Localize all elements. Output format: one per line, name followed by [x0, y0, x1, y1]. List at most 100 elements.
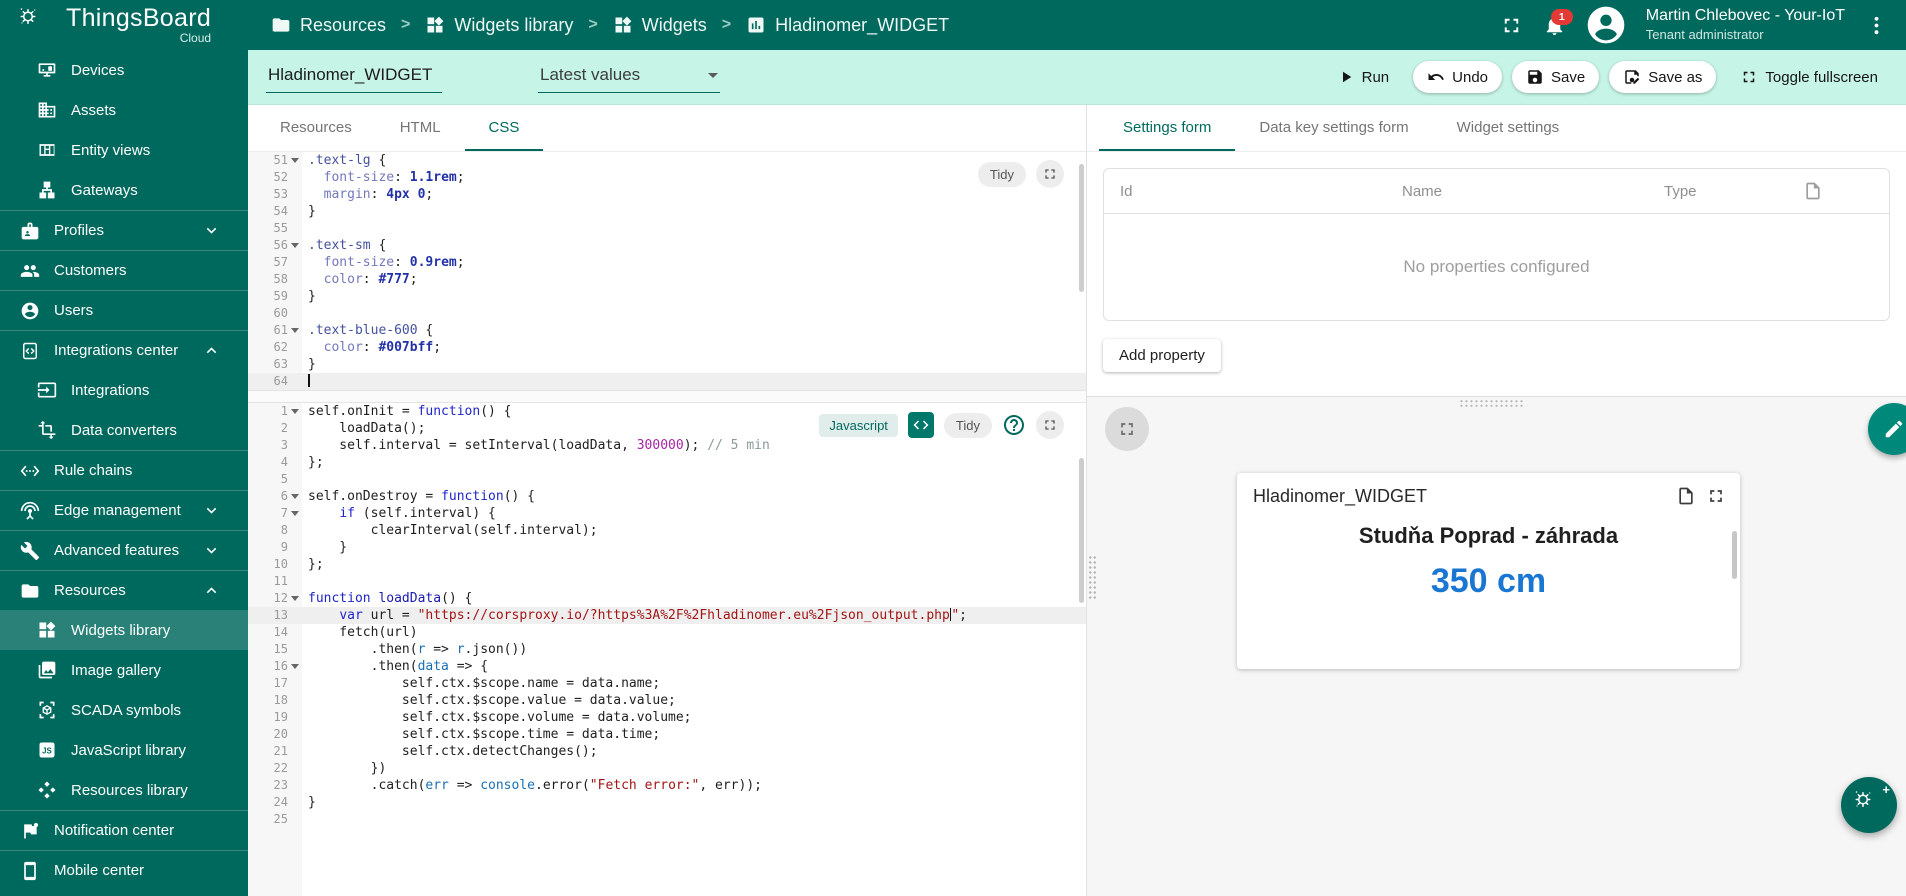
javascript-editor[interactable]: 1 self.onInit = function() {2 loadData();… — [248, 403, 1086, 896]
settings-tab-data-key-settings-form[interactable]: Data key settings form — [1235, 105, 1432, 151]
settings-tab-widget-settings[interactable]: Widget settings — [1433, 105, 1584, 151]
avatar[interactable] — [1586, 5, 1626, 45]
sidebar-item-notification-center[interactable]: Notification center — [0, 810, 248, 850]
code-line[interactable]: 52 font-size: 1.1rem; — [248, 169, 1086, 186]
breadcrumb-item-resources[interactable]: Resources — [271, 15, 386, 36]
help-icon[interactable] — [1002, 413, 1026, 437]
editor-tab-resources[interactable]: Resources — [256, 105, 376, 151]
code-icon[interactable] — [907, 412, 934, 438]
editor-splitter[interactable] — [248, 390, 1086, 403]
code-line[interactable]: 20 self.ctx.$scope.time = data.time; — [248, 726, 1086, 743]
code-line[interactable]: 5 — [248, 471, 1086, 488]
code-line[interactable]: 19 self.ctx.$scope.volume = data.volume; — [248, 709, 1086, 726]
css-editor[interactable]: 51 .text-lg {52 font-size: 1.1rem; 53 marg… — [248, 152, 1086, 390]
code-line[interactable]: 64 — [248, 373, 1086, 390]
code-line[interactable]: 59} — [248, 288, 1086, 305]
sidebar-item-rule-chains[interactable]: Rule chains — [0, 450, 248, 490]
file-icon[interactable] — [1803, 181, 1873, 201]
sidebar-item-profiles[interactable]: Profiles — [0, 210, 248, 250]
undo-button[interactable]: Undo — [1413, 61, 1503, 93]
widget-export-icon[interactable] — [1676, 486, 1696, 506]
code-line[interactable]: 18 self.ctx.$scope.value = data.value; — [248, 692, 1086, 709]
sidebar-item-data-converters[interactable]: Data converters — [0, 410, 248, 450]
sidebar-item-edge-management[interactable]: Edge management — [0, 490, 248, 530]
save-button[interactable]: Save — [1512, 61, 1600, 93]
sidebar-item-integrations[interactable]: Integrations — [0, 370, 248, 410]
fold-arrow-icon[interactable] — [288, 403, 302, 420]
code-line[interactable]: 55 — [248, 220, 1086, 237]
sidebar-item-scada-symbols[interactable]: SCADA symbols — [0, 690, 248, 730]
code-line[interactable]: 16 .then(data => { — [248, 658, 1086, 675]
js-fullscreen-icon[interactable] — [1036, 411, 1064, 439]
code-line[interactable]: 62 color: #007bff; — [248, 339, 1086, 356]
css-tidy-button[interactable]: Tidy — [977, 161, 1026, 187]
code-line[interactable]: 25 — [248, 811, 1086, 828]
add-property-button[interactable]: Add property — [1103, 339, 1221, 372]
code-line[interactable]: 51 .text-lg { — [248, 152, 1086, 169]
editor-tab-css[interactable]: CSS — [464, 105, 544, 151]
fold-arrow-icon[interactable] — [288, 237, 302, 254]
sidebar-item-mobile-center[interactable]: Mobile center — [0, 850, 248, 890]
more-vert-icon[interactable] — [1865, 14, 1888, 37]
code-line[interactable]: 54} — [248, 203, 1086, 220]
sidebar-item-users[interactable]: Users — [0, 290, 248, 330]
sidebar-item-entity-views[interactable]: Entity views — [0, 130, 248, 170]
fold-arrow-icon[interactable] — [288, 488, 302, 505]
widget-name-input[interactable] — [266, 61, 442, 93]
code-line[interactable]: 3 self.interval = setInterval(loadData, … — [248, 437, 1086, 454]
sidebar-item-customers[interactable]: Customers — [0, 250, 248, 290]
code-line[interactable]: 11 — [248, 573, 1086, 590]
code-line[interactable]: 17 self.ctx.$scope.name = data.name; — [248, 675, 1086, 692]
widget-card-scrollbar[interactable] — [1732, 531, 1737, 579]
breadcrumb-item-hladinomer-widget[interactable]: Hladinomer_WIDGET — [746, 15, 949, 36]
code-line[interactable]: 12 function loadData() { — [248, 590, 1086, 607]
toggle-fullscreen-button[interactable]: Toggle fullscreen — [1726, 61, 1892, 93]
fold-arrow-icon[interactable] — [288, 322, 302, 339]
widget-fullscreen-icon[interactable] — [1706, 486, 1726, 506]
css-fullscreen-icon[interactable] — [1036, 160, 1064, 188]
editor-tab-html[interactable]: HTML — [376, 105, 465, 151]
sidebar-item-gateways[interactable]: Gateways — [0, 170, 248, 210]
code-line[interactable]: 23 .catch(err => console.error("Fetch er… — [248, 777, 1086, 794]
code-line[interactable]: 13 var url = "https://corsproxy.io/?http… — [248, 607, 1086, 624]
code-line[interactable]: 10}; — [248, 556, 1086, 573]
fold-arrow-icon[interactable] — [288, 590, 302, 607]
sidebar-item-integrations-center[interactable]: Integrations center — [0, 330, 248, 370]
fullscreen-icon[interactable] — [1500, 14, 1523, 37]
notifications-bell-icon[interactable]: 1 — [1543, 8, 1573, 37]
code-line[interactable]: 24} — [248, 794, 1086, 811]
edit-pencil-fab[interactable] — [1868, 403, 1906, 455]
code-line[interactable]: 14 fetch(url) — [248, 624, 1086, 641]
code-line[interactable]: 56 .text-sm { — [248, 237, 1086, 254]
thingsboard-help-fab[interactable]: + — [1841, 777, 1897, 833]
sidebar-item-advanced-features[interactable]: Advanced features — [0, 530, 248, 570]
settings-tab-settings-form[interactable]: Settings form — [1099, 105, 1236, 151]
thingsboard-logo[interactable]: ThingsBoard Cloud — [18, 6, 243, 44]
save-as-button[interactable]: Save as — [1609, 61, 1717, 93]
fold-arrow-icon[interactable] — [288, 505, 302, 522]
fold-arrow-icon[interactable] — [288, 658, 302, 675]
sidebar-item-devices[interactable]: Devices — [0, 50, 248, 90]
breadcrumb-item-widgets-library[interactable]: Widgets library — [425, 15, 573, 36]
js-tidy-button[interactable]: Tidy — [943, 412, 992, 438]
fold-arrow-icon[interactable] — [288, 152, 302, 169]
code-line[interactable]: 4}; — [248, 454, 1086, 471]
code-line[interactable]: 57 font-size: 0.9rem; — [248, 254, 1086, 271]
code-line[interactable]: 7 if (self.interval) { — [248, 505, 1086, 522]
code-line[interactable]: 15 .then(r => r.json()) — [248, 641, 1086, 658]
sidebar-item-widgets-library[interactable]: Widgets library — [0, 610, 248, 650]
code-line[interactable]: 22 }) — [248, 760, 1086, 777]
sidebar-item-javascript-library[interactable]: JS JavaScript library — [0, 730, 248, 770]
code-line[interactable]: 9 } — [248, 539, 1086, 556]
resize-handle-vertical[interactable] — [1088, 555, 1097, 599]
preview-fullscreen-icon[interactable] — [1105, 407, 1149, 451]
code-line[interactable]: 21 self.ctx.detectChanges(); — [248, 743, 1086, 760]
run-button[interactable]: Run — [1323, 61, 1404, 93]
code-line[interactable]: 58 color: #777; — [248, 271, 1086, 288]
code-line[interactable]: 63} — [248, 356, 1086, 373]
code-line[interactable]: 6 self.onDestroy = function() { — [248, 488, 1086, 505]
breadcrumb-item-widgets[interactable]: Widgets — [613, 15, 707, 36]
sidebar-item-resources-library[interactable]: Resources library — [0, 770, 248, 810]
bundle-select[interactable]: Latest values — [538, 61, 720, 93]
code-line[interactable]: 61 .text-blue-600 { — [248, 322, 1086, 339]
